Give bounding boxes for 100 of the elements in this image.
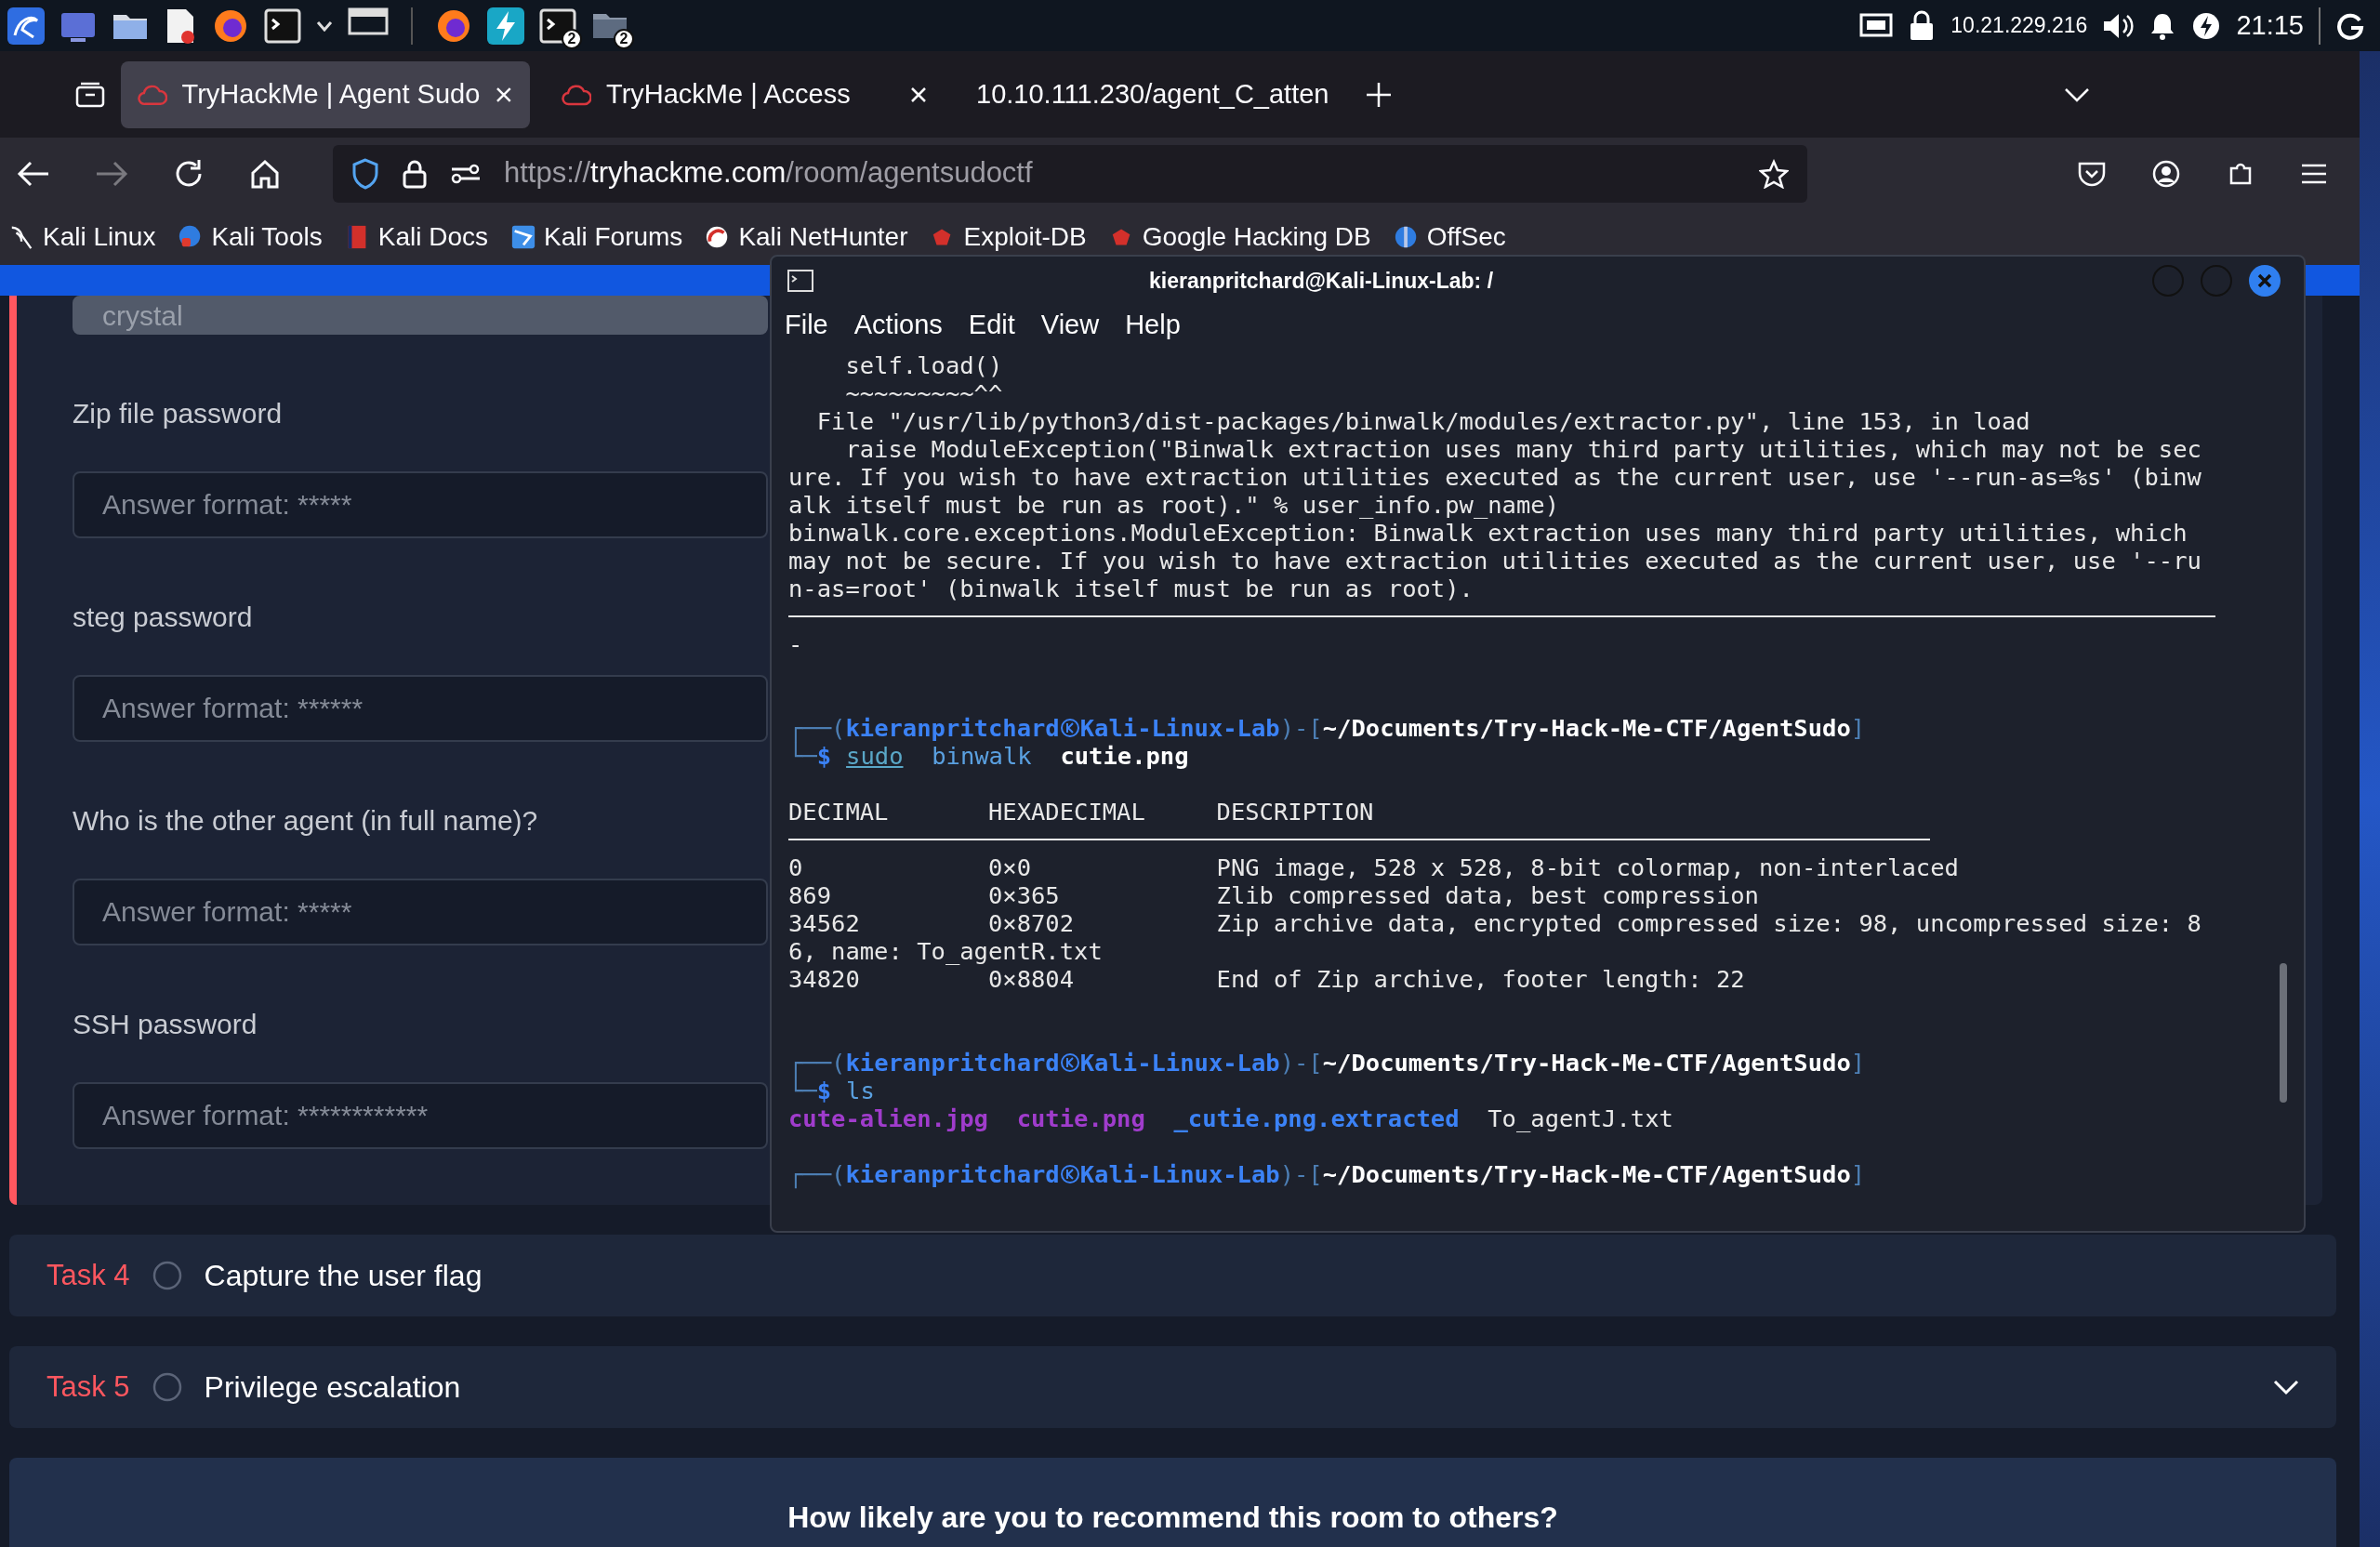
prompt-sigil: $ (816, 742, 832, 770)
chevron-down-icon[interactable] (2064, 86, 2090, 103)
prompt-user: Kali-Linux-Lab (1079, 714, 1280, 742)
answer-field[interactable]: Answer format: ************ (73, 1082, 768, 1149)
menu-item[interactable]: View (1040, 305, 1100, 346)
working-directory: ~/Documents/Try-Hack-Me-CTF/AgentSudo (1322, 1160, 1851, 1188)
close-button[interactable] (2248, 264, 2281, 298)
home-icon[interactable] (249, 157, 281, 190)
terminal-text: 6, name: To_agentR.txt (788, 937, 1103, 965)
terminal-text: 0×8804 (987, 965, 1076, 993)
terminal-text: binwalk.core.exceptions.ModuleException: Binwalk extraction uses many third party utilities, which (788, 519, 2188, 547)
prompt-frame: ┌──( (788, 1049, 846, 1077)
terminal-text: 869 (788, 881, 833, 909)
question-label: Zip file password (73, 397, 283, 430)
at-sign-icon (1059, 718, 1080, 738)
prompt-frame: )-[ (1279, 714, 1323, 742)
scrollbar-thumb[interactable] (2280, 963, 2287, 1103)
terminal-text: ~~~~~~~~~^^ (844, 379, 1003, 407)
bookmark-link[interactable]: Kali Docs (377, 224, 488, 250)
bookmark-link[interactable]: OffSec (1426, 224, 1506, 250)
menu-icon[interactable] (2300, 162, 2328, 185)
file-name: To_agentJ.txt (1488, 1104, 1673, 1132)
file-name: cute-alien.jpg (788, 1104, 988, 1132)
answer-field[interactable]: Answer format: ****** (73, 675, 768, 742)
terminal-icon[interactable] (539, 7, 576, 44)
file-name: cutie.png (1016, 1104, 1145, 1132)
terminal-text: HEXADECIMAL (987, 798, 1146, 826)
command-word: cutie.png (1060, 742, 1189, 770)
clock: 21:15 (2236, 8, 2304, 42)
prompt-frame: └─ (788, 742, 817, 770)
answer-field[interactable]: Answer format: ***** (73, 879, 768, 945)
task-number: Task 4 (46, 1257, 130, 1293)
browser-tab[interactable]: 10.10.111.230/agent_C_atten (959, 60, 1350, 128)
terminal-text: 0×8702 (987, 909, 1076, 937)
task-row[interactable]: Task 4 Capture the user flag (9, 1235, 2336, 1316)
prompt-frame: ] (1850, 714, 1866, 742)
terminal-text: PNG image, 528 x 528, 8-bit colormap, non-interlaced (1216, 853, 1959, 881)
terminal-text: DECIMAL (788, 798, 890, 826)
prompt-user: Kali-Linux-Lab (1079, 1160, 1280, 1188)
terminal-text: Zlib compressed data, best compression (1216, 881, 1759, 909)
url-field[interactable]: https://tryhackme.com/room/agentsudoctf (333, 144, 1807, 203)
prompt-frame: )-[ (1279, 1049, 1323, 1077)
prompt-frame: )-[ (1279, 1160, 1323, 1188)
prompt-frame: ] (1850, 1160, 1866, 1188)
terminal-text: 0×365 (987, 881, 1061, 909)
at-sign-icon (1059, 1164, 1080, 1184)
bookmark-link[interactable]: Kali Forums (544, 224, 683, 250)
working-directory: ~/Documents/Try-Hack-Me-CTF/AgentSudo (1322, 714, 1851, 742)
terminal-text: - (788, 630, 803, 658)
prompt-user: kieranpritchard (845, 1160, 1060, 1188)
app-menu-icon[interactable] (7, 7, 45, 45)
terminal-text: Zip archive data, encrypted compressed size: 98, uncompressed size: 8 (1216, 909, 2202, 937)
chevron-down-icon[interactable] (2273, 1379, 2299, 1395)
browser-tab[interactable]: TryHackMe | Access (545, 60, 945, 128)
working-directory: ~/Documents/Try-Hack-Me-CTF/AgentSudo (1322, 1049, 1851, 1077)
terminal-text: raise ModuleException("Binwalk extraction uses many third party utilities, which may not be sec (844, 435, 2202, 463)
menu-item[interactable]: Help (1125, 305, 1181, 346)
bookmark-link[interactable]: Kali NetHunter (738, 224, 908, 250)
terminal-text: ure. If you wish to have extraction utilities executed as the current user, use '--run-as=%s' (binw (788, 463, 2202, 491)
bookmark-link[interactable]: Exploit-DB (963, 224, 1087, 250)
task-title: Capture the user flag (204, 1258, 483, 1294)
star-icon[interactable] (1759, 158, 1789, 189)
close-icon[interactable] (909, 85, 928, 104)
bookmark-link[interactable]: Kali Tools (211, 224, 323, 250)
lightning-icon[interactable] (487, 7, 524, 45)
question-label: SSH password (73, 1008, 258, 1041)
file-name: _cutie.png.extracted (1173, 1104, 1460, 1132)
task-number: Task 5 (46, 1368, 130, 1405)
bookmark-icon (510, 223, 536, 251)
answer-field[interactable]: Answer format: ***** (73, 471, 768, 538)
header-bar (2306, 265, 2360, 296)
ip-address: 10.21.229.216 (1950, 12, 2088, 40)
new-tab-icon[interactable] (1365, 80, 1393, 109)
menu-item[interactable]: Edit (968, 305, 1015, 346)
terminal-text: alk itself must be run as root)." % user_info.pw_name) (788, 491, 1560, 519)
terminal-icon[interactable] (264, 7, 301, 44)
at-sign-icon (1059, 1052, 1080, 1073)
terminal-text: self.load() (844, 351, 1003, 379)
terminal-text: 34820 (788, 965, 861, 993)
question-label: steg password (73, 601, 253, 634)
window-title: kieranpritchard@Kali-Linux-Lab: / (1149, 267, 1494, 295)
caret-icon[interactable] (316, 20, 333, 32)
back-icon[interactable] (17, 159, 50, 188)
account-icon[interactable] (2151, 158, 2181, 189)
bookmark-link[interactable]: Google Hacking DB (1142, 224, 1371, 250)
terminal-text: may not be secure. If you wish to have extraction utilities executed as the current user, use '--ru (788, 547, 2202, 575)
terminal-text: 0 (788, 853, 804, 881)
prompt-frame: ┌──( (788, 714, 846, 742)
feedback-question: How likely are you to recommend this room to others? (787, 1500, 1558, 1536)
menu-item[interactable]: Actions (853, 305, 943, 346)
terminal-text: DESCRIPTION (1216, 798, 1374, 826)
terminal-text: File "/usr/lib/python3/dist-packages/binwalk/modules/extractor.py", line 153, in load (815, 407, 2030, 435)
terminal-text: End of Zip archive, footer length: 22 (1216, 965, 1745, 993)
menu-item[interactable]: File (785, 305, 828, 346)
terminal-icon (787, 269, 814, 293)
count-badge: 2 (614, 28, 634, 49)
task-row[interactable]: Task 5 Privilege escalation (9, 1346, 2336, 1428)
bookmark-link[interactable]: Kali Linux (43, 224, 156, 250)
terminal-text: n-as=root' (binwalk itself must be run as root). (788, 575, 1474, 602)
browser-tab[interactable]: TryHackMe | Agent Sudo (121, 60, 530, 128)
